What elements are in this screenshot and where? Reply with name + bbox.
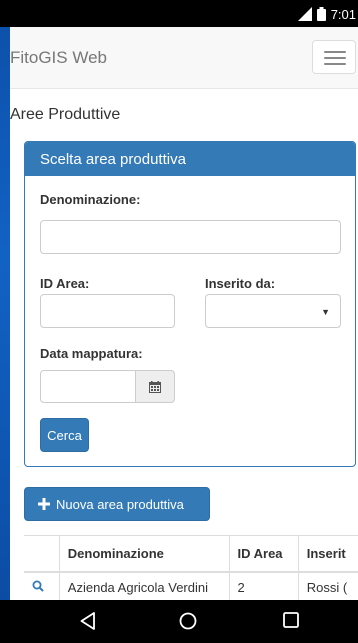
plus-icon	[38, 498, 50, 510]
table-header-row: Denominazione ID Area Inserit	[24, 535, 358, 573]
recents-square-icon[interactable]	[283, 612, 299, 628]
page-title: Aree Produttive	[10, 106, 121, 123]
results-table: Denominazione ID Area Inserit Azienda Ag…	[24, 535, 358, 600]
row-view-action[interactable]	[24, 572, 59, 601]
calendar-icon	[149, 381, 161, 393]
system-nav-bar	[0, 600, 358, 643]
table-header-id-area[interactable]: ID Area	[228, 535, 299, 573]
row-inserito-da: Rossi (	[297, 571, 358, 600]
id-area-input[interactable]	[40, 294, 175, 328]
dropdown-arrow-icon: ▼	[321, 307, 330, 317]
denominazione-input[interactable]	[40, 220, 341, 254]
hamburger-icon	[324, 51, 346, 53]
inserito-da-label: Inserito da:	[205, 276, 276, 291]
inserito-da-select[interactable]: ▼	[205, 294, 341, 328]
status-time: 7:01	[330, 6, 356, 22]
hamburger-icon-bar	[324, 57, 346, 59]
row-denominazione: Azienda Agricola Verdini	[58, 571, 229, 600]
row-id-area: 2	[228, 571, 299, 600]
new-area-button-label: Nuova area produttiva	[56, 496, 184, 512]
denominazione-label: Denominazione:	[40, 192, 141, 207]
table-row[interactable]: Azienda Agricola Verdini 2 Rossi (	[24, 571, 358, 601]
signal-icon	[297, 7, 312, 21]
battery-icon	[316, 7, 326, 21]
app-brand[interactable]: FitoGIS Web	[10, 48, 107, 68]
search-icon	[32, 580, 44, 592]
data-mappatura-label: Data mappatura:	[40, 346, 143, 361]
table-header-inserito-da[interactable]: Inserit	[297, 535, 358, 573]
new-area-button[interactable]: Nuova area produttiva	[24, 487, 210, 521]
menu-toggle-button[interactable]	[312, 40, 356, 74]
table-header-action	[24, 535, 60, 573]
id-area-label: ID Area:	[40, 276, 90, 291]
panel-heading: Scelta area produttiva	[25, 142, 355, 176]
hamburger-icon-bar	[324, 63, 346, 65]
home-circle-icon[interactable]	[179, 612, 197, 630]
search-panel: Scelta area produttiva Denominazione: ID…	[24, 141, 356, 467]
calendar-button[interactable]	[135, 370, 175, 403]
results-table-container: Denominazione ID Area Inserit Azienda Ag…	[24, 535, 358, 600]
back-triangle-icon[interactable]	[80, 612, 96, 630]
data-mappatura-input[interactable]	[40, 370, 136, 403]
top-navbar: FitoGIS Web	[10, 27, 358, 89]
status-bar: 7:01	[0, 0, 358, 27]
table-header-denominazione[interactable]: Denominazione	[58, 535, 229, 573]
search-button[interactable]: Cerca	[40, 418, 89, 452]
app-content: FitoGIS Web Aree Produttive Scelta area …	[10, 27, 358, 600]
